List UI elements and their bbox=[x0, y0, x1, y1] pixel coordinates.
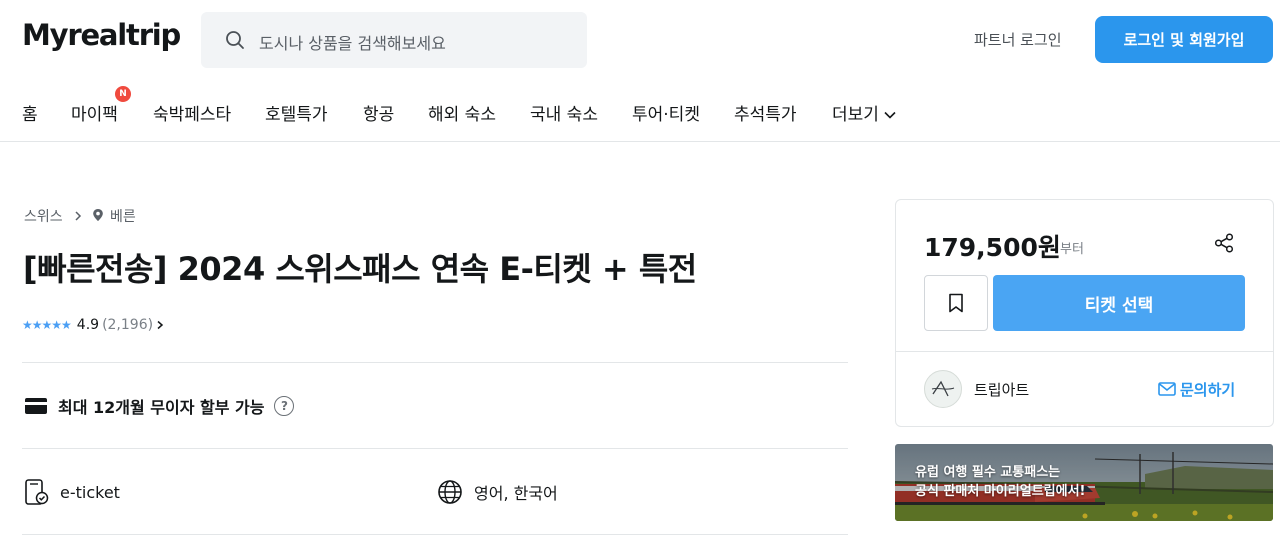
nav-item-tours-tickets[interactable]: 투어·티켓 bbox=[632, 100, 700, 125]
languages-label: 영어, 한국어 bbox=[474, 484, 558, 503]
divider bbox=[22, 448, 848, 449]
banner-line-1: 유럽 여행 필수 교통패스는 bbox=[915, 465, 1061, 480]
feature-languages: 영어, 한국어 bbox=[437, 478, 558, 506]
rating-score: 4.9 bbox=[76, 317, 100, 333]
card-divider bbox=[896, 351, 1273, 352]
search-bar[interactable]: 도시나 상품을 검색해보세요 bbox=[201, 12, 587, 68]
installment-label: 최대 12개월 무이자 할부 가능 bbox=[58, 398, 265, 417]
review-count: (2,196) bbox=[102, 317, 154, 333]
promo-banner[interactable]: 유럽 여행 필수 교통패스는 공식 판매처 마이리얼트립에서! bbox=[895, 444, 1273, 521]
nav-item-more[interactable]: 더보기 bbox=[832, 100, 897, 125]
inquiry-button[interactable]: 문의하기 bbox=[1158, 379, 1235, 399]
nav-item-home[interactable]: 홈 bbox=[22, 100, 38, 125]
divider bbox=[22, 362, 848, 363]
nav-item-chuseok-deals[interactable]: 추석특가 bbox=[734, 100, 797, 125]
banner-line-2: 공식 판매처 마이리얼트립에서! bbox=[915, 484, 1086, 499]
rating-row[interactable]: ★★★★★ 4.9 (2,196) bbox=[22, 316, 164, 334]
credit-card-icon bbox=[25, 398, 47, 414]
price-suffix: 부터 bbox=[1060, 242, 1084, 257]
nav-item-stay-festa[interactable]: 숙박페스타 bbox=[153, 100, 231, 125]
chevron-down-icon bbox=[884, 111, 896, 119]
login-signup-button[interactable]: 로그인 및 회원가입 bbox=[1095, 16, 1273, 63]
nav-item-domestic-stay[interactable]: 국내 숙소 bbox=[530, 100, 598, 125]
installment-info: 최대 12개월 무이자 할부 가능 ? bbox=[24, 394, 295, 418]
new-badge: N bbox=[115, 86, 131, 102]
category-nav: 홈 마이팩 숙박페스타 호텔특가 항공 해외 숙소 국내 숙소 투어·티켓 추석… bbox=[0, 80, 1280, 142]
seller-avatar[interactable] bbox=[924, 370, 962, 408]
location-pin-icon bbox=[93, 209, 103, 221]
rating-stars: ★★★★★ bbox=[22, 318, 72, 332]
mail-icon bbox=[1158, 382, 1176, 396]
search-input[interactable]: 도시나 상품을 검색해보세요 bbox=[259, 30, 446, 54]
booking-card: 179,500원 부터 티켓 선택 트립아트 문의하기 bbox=[895, 199, 1274, 427]
banner-text: 유럽 여행 필수 교통패스는 공식 판매처 마이리얼트립에서! bbox=[915, 463, 1085, 501]
globe-icon bbox=[438, 480, 462, 504]
header: Myrealtrip 도시나 상품을 검색해보세요 파트너 로그인 로그인 및 … bbox=[0, 0, 1280, 80]
bookmark-icon bbox=[949, 293, 963, 313]
seller-name[interactable]: 트립아트 bbox=[974, 379, 1029, 400]
seller-logo-icon bbox=[931, 380, 955, 397]
breadcrumb-city[interactable]: 베른 bbox=[110, 206, 136, 226]
product-title: [빠른전송] 2024 스위스패스 연속 E-티켓 + 특전 bbox=[23, 250, 697, 288]
nav-item-hotel-deals[interactable]: 호텔특가 bbox=[265, 100, 328, 125]
nav-item-flights[interactable]: 항공 bbox=[363, 100, 394, 125]
partner-login-link[interactable]: 파트너 로그인 bbox=[974, 29, 1062, 50]
feature-ticket-type: e-ticket bbox=[24, 478, 120, 506]
search-icon bbox=[226, 31, 244, 49]
chevron-right-icon bbox=[75, 211, 82, 221]
ticket-type-label: e-ticket bbox=[60, 482, 120, 502]
breadcrumb-country[interactable]: 스위스 bbox=[24, 206, 63, 226]
price: 179,500원 bbox=[924, 233, 1061, 262]
nav-item-overseas-stay[interactable]: 해외 숙소 bbox=[428, 100, 496, 125]
nav-more-label: 더보기 bbox=[832, 105, 879, 125]
chevron-right-icon bbox=[157, 320, 164, 330]
bookmark-button[interactable] bbox=[924, 275, 988, 331]
nav-item-mypack[interactable]: 마이팩 bbox=[71, 100, 118, 125]
logo[interactable]: Myrealtrip bbox=[22, 18, 181, 52]
select-ticket-button[interactable]: 티켓 선택 bbox=[993, 275, 1245, 331]
mobile-ticket-icon bbox=[25, 479, 49, 505]
share-icon[interactable] bbox=[1213, 232, 1235, 254]
inquiry-label: 문의하기 bbox=[1180, 380, 1236, 399]
help-icon[interactable]: ? bbox=[274, 396, 295, 416]
